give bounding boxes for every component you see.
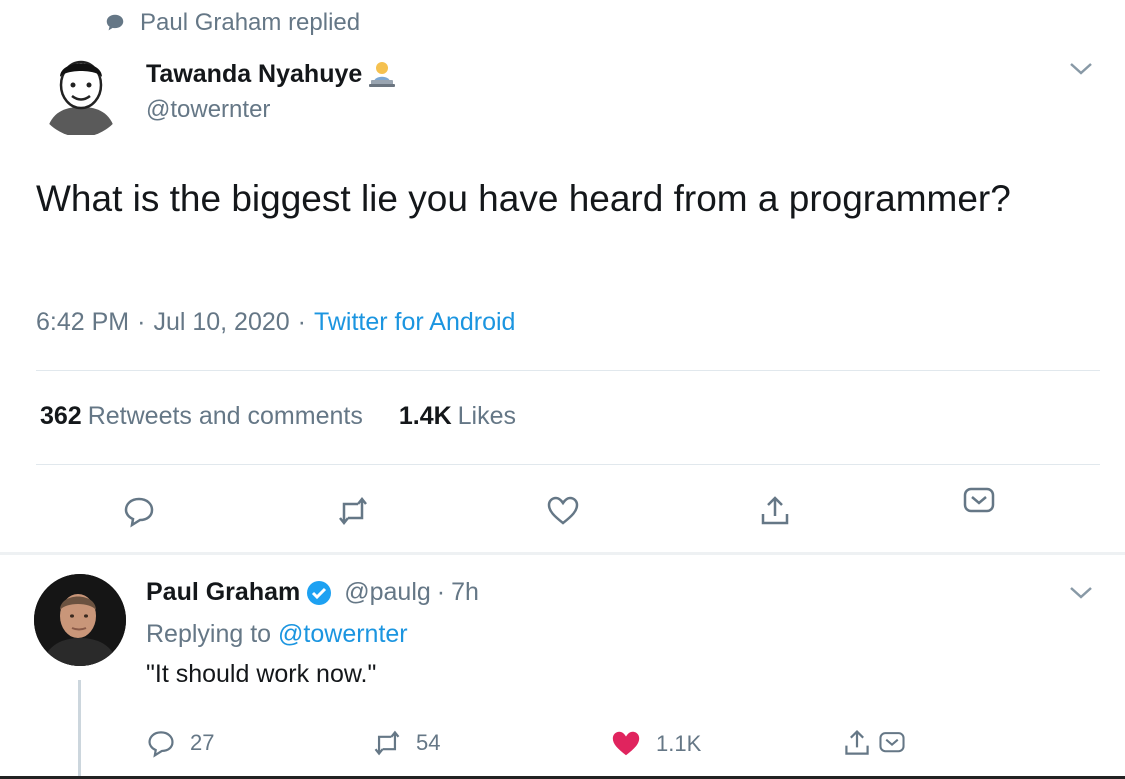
meta-separator: ·	[297, 308, 306, 336]
thread-line	[78, 680, 81, 779]
retweets-count: 362	[40, 402, 82, 430]
reply-share-actions	[842, 728, 906, 758]
divider	[36, 464, 1100, 465]
reply-reply-action[interactable]: 27	[146, 728, 214, 758]
replying-handle-link[interactable]: @towernter	[278, 620, 408, 648]
chevron-down-icon[interactable]	[1068, 584, 1094, 602]
divider	[36, 370, 1100, 371]
author-name[interactable]: Tawanda Nyahuye	[146, 58, 398, 90]
reply-text: "It should work now."	[146, 660, 377, 688]
author-name-text: Tawanda Nyahuye	[146, 59, 363, 88]
verified-badge-icon	[307, 580, 332, 605]
technologist-emoji-icon	[369, 62, 396, 87]
meta-separator: ·	[436, 578, 446, 606]
reply-context-label: Paul Graham replied	[140, 9, 361, 36]
reply-count: 27	[190, 730, 215, 755]
reply-author-handle[interactable]: @paulg	[344, 578, 431, 607]
replying-to: Replying to @towernter	[146, 620, 408, 649]
retweet-icon[interactable]	[336, 494, 370, 528]
like-filled-icon[interactable]	[610, 728, 642, 760]
like-count: 1.1K	[656, 731, 702, 756]
tweet-time: 6:42 PM	[36, 308, 130, 336]
avatar[interactable]	[34, 574, 126, 666]
likes-label: Likes	[457, 402, 517, 430]
tweet-meta: 6:42 PM · Jul 10, 2020 · Twitter for And…	[36, 308, 515, 337]
tweet-date: Jul 10, 2020	[153, 308, 290, 336]
tweet-source-link[interactable]: Twitter for Android	[314, 308, 515, 337]
tweet-stats: 362 Retweets and comments 1.4K Likes	[40, 402, 516, 431]
reply-icon[interactable]	[146, 728, 176, 758]
chevron-down-icon[interactable]	[1068, 60, 1094, 78]
replying-prefix: Replying to	[146, 620, 272, 648]
tweet-text: What is the biggest lie you have heard f…	[36, 178, 1011, 219]
reply-context: Paul Graham replied	[104, 9, 360, 37]
dm-icon[interactable]	[878, 729, 906, 757]
retweet-count: 54	[416, 730, 441, 755]
reply-icon[interactable]	[122, 494, 156, 528]
share-icon[interactable]	[758, 494, 792, 528]
reply-header: Paul Graham @paulg · 7h	[146, 578, 479, 607]
retweets-label: Retweets and comments	[87, 402, 363, 430]
share-icon[interactable]	[842, 728, 872, 758]
author-handle[interactable]: @towernter	[146, 96, 270, 124]
likes-stat[interactable]: 1.4K Likes	[399, 402, 516, 431]
dm-icon[interactable]	[962, 484, 996, 518]
retweet-icon[interactable]	[372, 728, 402, 758]
speech-bubble-icon	[106, 14, 124, 31]
reply-retweet-action[interactable]: 54	[372, 728, 440, 758]
tweet-separator	[0, 552, 1125, 555]
likes-count: 1.4K	[398, 402, 452, 430]
meta-separator: ·	[137, 308, 146, 336]
retweets-stat[interactable]: 362 Retweets and comments	[40, 402, 363, 431]
reply-like-action[interactable]: 1.1K	[610, 728, 701, 760]
reply-time[interactable]: 7h	[451, 578, 479, 607]
avatar[interactable]	[36, 47, 126, 137]
reply-author-name[interactable]: Paul Graham	[146, 578, 300, 607]
like-icon[interactable]	[546, 494, 580, 528]
